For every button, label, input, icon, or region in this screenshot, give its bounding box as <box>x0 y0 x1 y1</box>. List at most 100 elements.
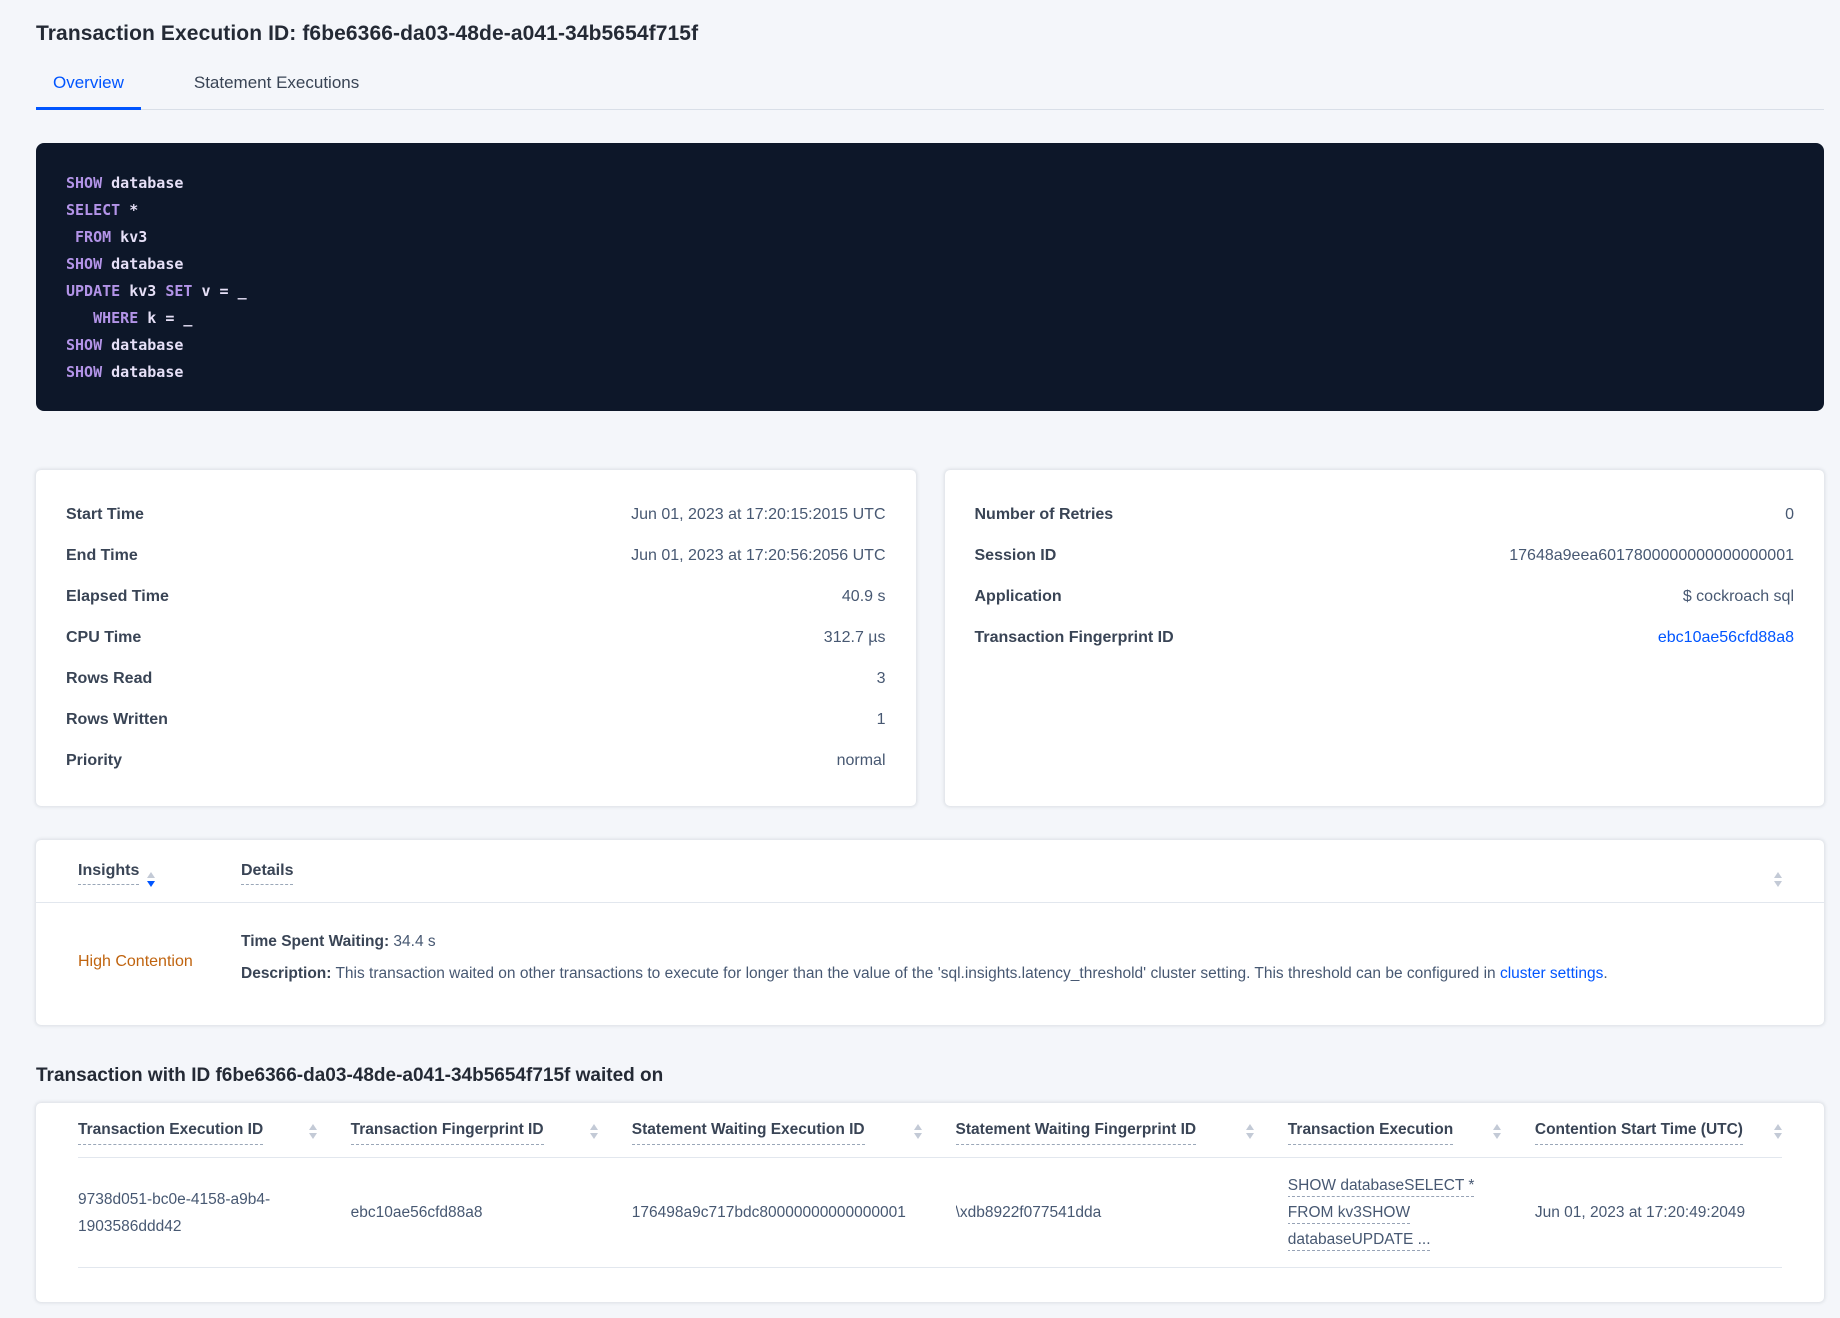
sort-up-arrow-icon <box>913 1124 922 1130</box>
detail-value: 1 <box>876 710 886 728</box>
detail-row-end-time: End Time Jun 01, 2023 at 17:20:56:2056 U… <box>66 535 886 576</box>
sort-up-arrow-icon <box>1245 1124 1254 1130</box>
transaction-execution-link[interactable]: SHOW databaseSELECT * FROM kv3SHOW datab… <box>1288 1177 1475 1248</box>
sort-up-arrow-icon <box>1774 1124 1782 1130</box>
detail-label: Start Time <box>66 505 144 523</box>
detail-row-rows-read: Rows Read 3 <box>66 658 886 699</box>
column-label[interactable]: Statement Waiting Execution ID <box>631 1121 865 1145</box>
insight-details: Time Spent Waiting: 34.4 s Description: … <box>241 929 1608 995</box>
session-details-card: Number of Retries 0 Session ID 17648a9ee… <box>944 470 1824 806</box>
detail-row-rows-written: Rows Written 1 <box>66 699 886 740</box>
sort-down-arrow-icon <box>1774 1133 1782 1139</box>
sort-down-arrow-icon <box>308 1133 317 1139</box>
transaction-details-page: Transaction Execution ID: f6be6366-da03-… <box>0 0 1840 1302</box>
insights-column-label[interactable]: Insights <box>78 862 140 885</box>
sort-icon[interactable] <box>147 872 156 887</box>
insight-waiting-line: Time Spent Waiting: 34.4 s <box>241 929 1608 955</box>
waiting-label: Time Spent Waiting: <box>241 933 390 950</box>
details-column-label[interactable]: Details <box>241 862 294 885</box>
table-sort-control <box>1766 862 1782 887</box>
page-title: Transaction Execution ID: f6be6366-da03-… <box>36 22 699 45</box>
details-cards-row: Start Time Jun 01, 2023 at 17:20:15:2015… <box>36 470 1824 806</box>
detail-value: $ cockroach sql <box>1682 587 1794 605</box>
detail-label: Rows Read <box>66 669 153 687</box>
table-row: 9738d051-bc0e-4158-a9b4-1903586ddd42 ebc… <box>78 1157 1782 1268</box>
cluster-settings-link[interactable]: cluster settings <box>1500 965 1603 982</box>
column-label[interactable]: Statement Waiting Fingerprint ID <box>955 1121 1197 1145</box>
cell-transaction-fingerprint-id: ebc10ae56cfd88a8 <box>350 1157 632 1268</box>
waited-on-table-card: Transaction Execution ID Transaction Fin… <box>36 1103 1824 1302</box>
detail-value: 17648a9eea6017800000000000000001 <box>1509 546 1794 564</box>
detail-value: 40.9 s <box>841 587 886 605</box>
detail-label: CPU Time <box>66 628 142 646</box>
sort-up-arrow-icon <box>1492 1124 1501 1130</box>
column-header-contention-start-time: Contention Start Time (UTC) <box>1534 1121 1782 1158</box>
column-header-statement-waiting-execution-id: Statement Waiting Execution ID <box>631 1121 956 1158</box>
sort-down-arrow-icon <box>589 1133 598 1139</box>
detail-value: Jun 01, 2023 at 17:20:15:2015 UTC <box>631 505 886 523</box>
cell-statement-waiting-fingerprint-id: \xdb8922f077541dda <box>955 1157 1288 1268</box>
column-header-transaction-execution: Transaction Execution <box>1287 1121 1535 1158</box>
sort-icon[interactable] <box>1774 872 1782 887</box>
waited-on-heading: Transaction with ID f6be6366-da03-48de-a… <box>36 1065 664 1086</box>
detail-value: 0 <box>1785 505 1794 523</box>
detail-label: Elapsed Time <box>66 587 169 605</box>
tab-overview[interactable]: Overview <box>36 73 141 110</box>
waiting-value: 34.4 s <box>389 933 436 950</box>
detail-label: Priority <box>66 751 123 769</box>
insight-description-line: Description: This transaction waited on … <box>241 961 1608 987</box>
sort-icon[interactable] <box>1245 1124 1254 1139</box>
sort-icon[interactable] <box>308 1124 317 1139</box>
transaction-fingerprint-link[interactable]: ebc10ae56cfd88a8 <box>1658 629 1794 647</box>
column-label[interactable]: Transaction Execution ID <box>78 1121 264 1145</box>
cell-transaction-execution-id: 9738d051-bc0e-4158-a9b4-1903586ddd42 <box>78 1157 351 1268</box>
detail-label: Application <box>974 587 1062 605</box>
detail-row-application: Application $ cockroach sql <box>975 576 1795 617</box>
sort-down-arrow-icon <box>1245 1133 1254 1139</box>
table-header-row: Transaction Execution ID Transaction Fin… <box>78 1121 1782 1158</box>
column-label[interactable]: Transaction Execution <box>1287 1121 1454 1145</box>
description-suffix: . <box>1603 965 1608 982</box>
cell-statement-waiting-execution-id: 176498a9c717bdc80000000000000001 <box>631 1157 956 1268</box>
column-header-transaction-fingerprint-id: Transaction Fingerprint ID <box>350 1121 632 1158</box>
sort-icon[interactable] <box>1774 1124 1782 1139</box>
sort-icon[interactable] <box>589 1124 598 1139</box>
detail-value: 3 <box>876 669 886 687</box>
detail-row-cpu-time: CPU Time 312.7 µs <box>66 617 886 658</box>
sort-down-arrow-icon <box>1492 1133 1501 1139</box>
insights-column-header: Insights <box>78 862 241 887</box>
insight-row: High Contention Time Spent Waiting: 34.4… <box>36 903 1824 1025</box>
details-column-header: Details <box>241 862 294 885</box>
insights-table-header: Insights Details <box>36 840 1824 903</box>
sort-icon[interactable] <box>913 1124 922 1139</box>
sort-up-arrow-icon <box>308 1124 317 1130</box>
sql-statements-box: SHOW database SELECT * FROM kv3 SHOW datab… <box>36 143 1824 411</box>
sort-down-arrow-icon <box>913 1133 922 1139</box>
tab-bar: Overview Statement Executions <box>36 73 1824 110</box>
sort-down-arrow-icon <box>147 881 156 887</box>
column-label[interactable]: Transaction Fingerprint ID <box>350 1121 544 1145</box>
detail-row-transaction-fingerprint: Transaction Fingerprint ID ebc10ae56cfd8… <box>975 617 1795 658</box>
detail-row-priority: Priority normal <box>66 740 886 781</box>
sort-icon[interactable] <box>1492 1124 1501 1139</box>
sort-up-arrow-icon <box>589 1124 598 1130</box>
waited-on-table: Transaction Execution ID Transaction Fin… <box>78 1121 1782 1268</box>
sort-up-arrow-icon <box>1774 872 1782 878</box>
tab-statement-executions[interactable]: Statement Executions <box>177 73 376 110</box>
execution-details-card: Start Time Jun 01, 2023 at 17:20:15:2015… <box>36 470 916 806</box>
insights-table-card: Insights Details High Contention Time Sp… <box>36 840 1824 1025</box>
detail-value: Jun 01, 2023 at 17:20:56:2056 UTC <box>631 546 886 564</box>
detail-value: normal <box>836 751 886 769</box>
sort-down-arrow-icon <box>1774 881 1782 887</box>
detail-row-session-id: Session ID 17648a9eea6017800000000000000… <box>975 535 1795 576</box>
column-label[interactable]: Contention Start Time (UTC) <box>1534 1121 1743 1145</box>
detail-row-retries: Number of Retries 0 <box>975 494 1795 535</box>
detail-label: Number of Retries <box>974 505 1114 523</box>
detail-label: Transaction Fingerprint ID <box>974 628 1174 646</box>
column-header-statement-waiting-fingerprint-id: Statement Waiting Fingerprint ID <box>955 1121 1288 1158</box>
insight-type-badge: High Contention <box>78 953 193 970</box>
cell-contention-start-time: Jun 01, 2023 at 17:20:49:2049 <box>1534 1157 1782 1268</box>
cell-transaction-execution: SHOW databaseSELECT * FROM kv3SHOW datab… <box>1287 1157 1535 1268</box>
description-text: This transaction waited on other transac… <box>331 965 1500 982</box>
detail-row-elapsed-time: Elapsed Time 40.9 s <box>66 576 886 617</box>
